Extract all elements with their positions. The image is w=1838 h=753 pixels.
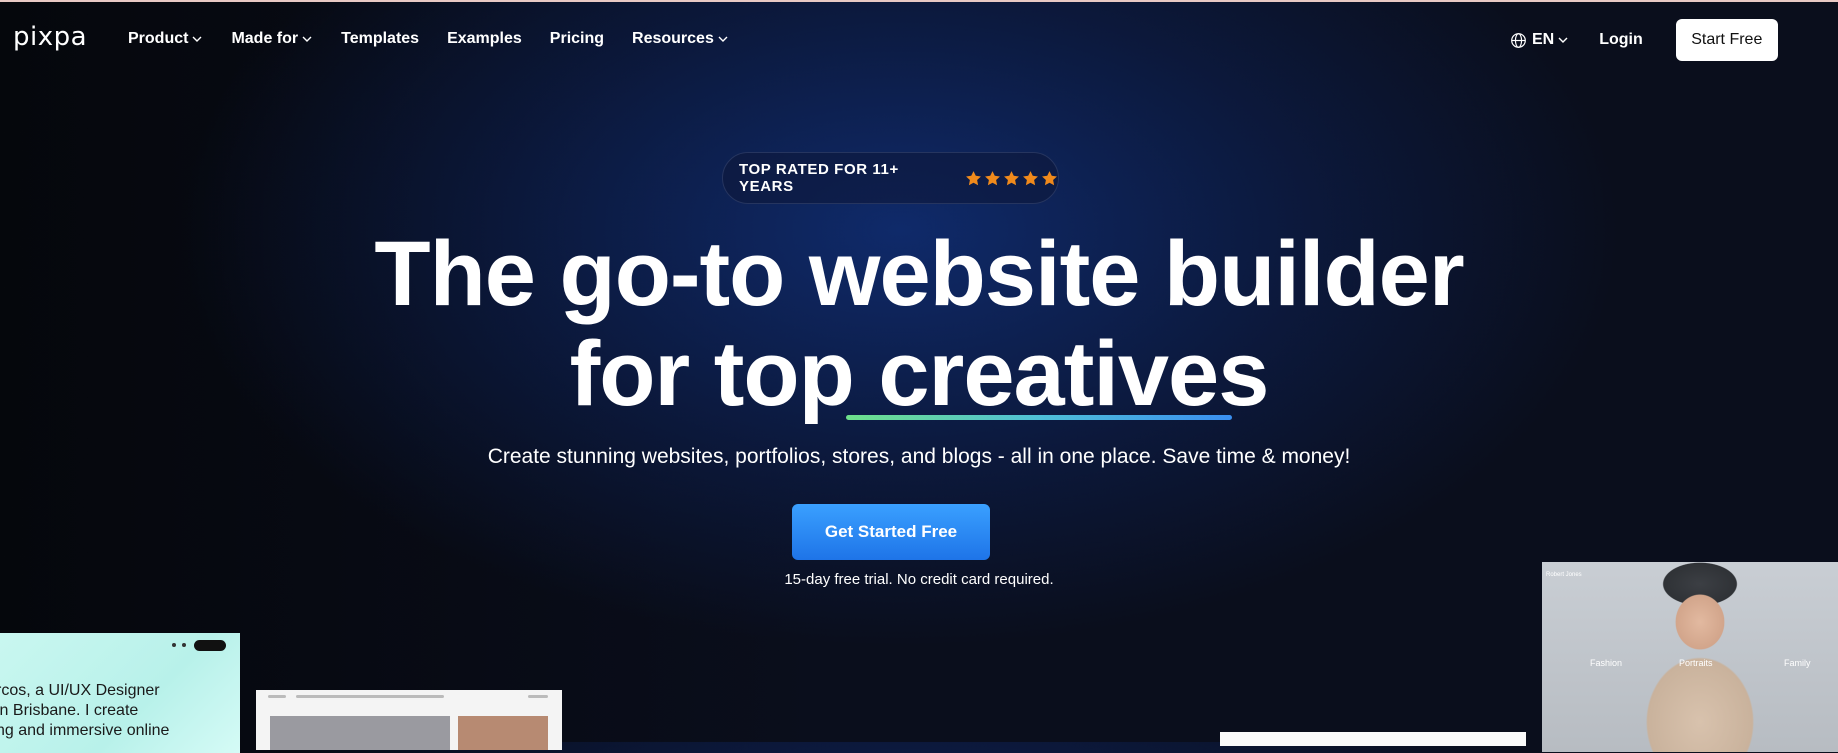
pixpa-logo[interactable]: pixpa	[13, 22, 87, 52]
preview-text-line: in Brisbane. I create	[0, 702, 139, 719]
nav-item-label: Pricing	[549, 30, 605, 47]
preview-bar	[268, 695, 286, 698]
hero-headline-line-1: The go-to website builder	[374, 223, 1464, 325]
preview-label: Fashion	[1590, 658, 1623, 668]
start-free-button[interactable]: Start Free	[1675, 19, 1778, 61]
nav-item-made-for[interactable]: Made for	[231, 30, 313, 48]
nav-item-label: Templates	[341, 30, 420, 47]
chevron-down-icon	[1558, 37, 1568, 43]
preview-pill-button	[194, 640, 226, 651]
language-selector[interactable]: EN	[1510, 31, 1569, 49]
chevron-down-icon	[718, 36, 728, 42]
hero-headline-line-2: for top creatives	[0, 324, 1838, 424]
headline-gradient-underline	[846, 415, 1232, 420]
headline-emphasis: creatives	[878, 323, 1269, 425]
top-navigation: pixpa Product Made for Templates Example…	[0, 2, 1838, 74]
star-icon	[1004, 170, 1019, 185]
main-menu: Product Made for Templates Examples Pric…	[128, 30, 729, 48]
template-preview-portfolio[interactable]	[1220, 732, 1526, 746]
preview-bar	[374, 695, 444, 698]
star-icon	[985, 170, 1000, 185]
nav-item-label: Product	[128, 30, 189, 47]
headline-prefix: for top	[569, 323, 879, 425]
preview-dot	[172, 643, 176, 647]
nav-item-examples[interactable]: Examples	[447, 30, 522, 48]
preview-label: Portraits	[1679, 658, 1713, 668]
preview-text: rcos, a UI/UX Designer in Brisbane. I cr…	[0, 681, 169, 741]
preview-photo	[270, 716, 450, 750]
globe-icon	[1511, 32, 1526, 48]
preview-text-line: ng and immersive online	[0, 722, 170, 739]
template-preview-photographer[interactable]: Robert Jones Fashion Portraits Family	[1542, 562, 1838, 752]
rating-badge-text: TOP RATED FOR 11+ YEARS	[739, 161, 899, 195]
preview-dot	[182, 643, 186, 647]
account-nav: EN Login Start Free	[1510, 19, 1778, 61]
nav-item-templates[interactable]: Templates	[341, 30, 419, 48]
preview-label: Family	[1784, 658, 1811, 668]
nav-item-resources[interactable]: Resources	[632, 30, 729, 48]
rating-badge: TOP RATED FOR 11+ YEARS	[722, 152, 1059, 204]
template-preview-gallery[interactable]	[256, 690, 562, 750]
preview-text-line: rcos, a UI/UX Designer	[0, 682, 160, 699]
nav-item-product[interactable]: Product	[128, 30, 203, 48]
hero-subtitle: Create stunning websites, portfolios, st…	[487, 445, 1351, 468]
preview-brand: Robert Jones	[1546, 572, 1582, 578]
preview-portrait	[1630, 562, 1770, 752]
star-icon	[1042, 170, 1057, 185]
login-link[interactable]: Login	[1599, 31, 1643, 49]
nav-item-label: Resources	[632, 30, 714, 47]
star-icon	[1023, 170, 1038, 185]
template-preview-designer[interactable]: rcos, a UI/UX Designer in Brisbane. I cr…	[0, 633, 240, 753]
preview-photo	[458, 716, 548, 750]
preview-bar	[528, 695, 548, 698]
star-icon	[966, 170, 981, 185]
nav-item-pricing[interactable]: Pricing	[550, 30, 604, 48]
nav-item-label: Examples	[447, 30, 522, 47]
chevron-down-icon	[302, 36, 312, 42]
star-rating	[965, 170, 1058, 187]
language-label: EN	[1532, 31, 1555, 48]
nav-item-label: Made for	[231, 30, 299, 47]
chevron-down-icon	[192, 36, 202, 42]
get-started-button[interactable]: Get Started Free	[792, 504, 990, 560]
